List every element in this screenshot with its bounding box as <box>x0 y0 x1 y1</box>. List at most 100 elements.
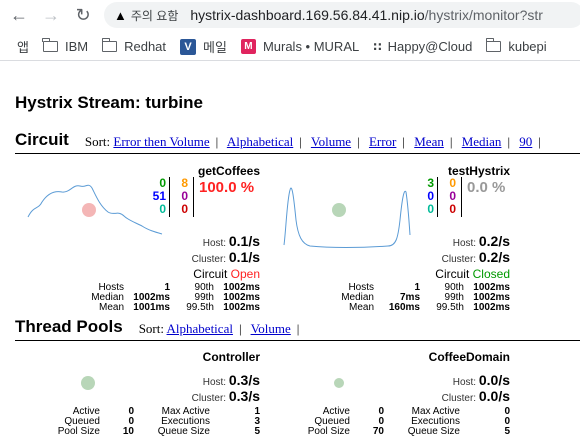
sort-mean[interactable]: Mean <box>414 134 444 149</box>
circuit-label: Circuit <box>193 267 228 281</box>
page-title: Hystrix Stream: turbine <box>15 93 203 112</box>
sort-alphabetical[interactable]: Alphabetical <box>227 134 293 149</box>
circuit-name: testHystrix <box>447 164 510 178</box>
sort-bar: Sort: Error then Volume | Alphabetical | V… <box>84 134 541 149</box>
cluster-label: Cluster: <box>441 254 477 265</box>
stat-label: Mean <box>98 302 124 313</box>
stat-label: Queue Size <box>407 426 460 437</box>
stat-label: 99.5th <box>186 302 214 313</box>
bookmark-redhat[interactable]: Redhat <box>101 38 167 54</box>
error-percentage: 0.0 % <box>467 179 506 196</box>
stat-value: 0 <box>504 416 510 427</box>
host-label: Host: <box>452 238 477 249</box>
bookmark-ibm[interactable]: IBM <box>42 38 89 54</box>
circuit-label: Circuit <box>435 267 470 281</box>
stat-label: Pool Size <box>57 426 100 437</box>
bookmark-label: 메일 <box>203 40 227 55</box>
sort-label: Sort: <box>138 321 164 336</box>
stat-value: 1001ms <box>133 302 170 313</box>
stats-left: Hosts 1 Median 7ms Mean 160ms <box>324 283 420 313</box>
cluster-label: Cluster: <box>191 393 227 404</box>
bookmark-mail[interactable]: V 메일 <box>180 37 227 56</box>
stat-value: 1002ms <box>473 302 510 313</box>
cluster-label: Cluster: <box>441 393 477 404</box>
sparkline <box>283 187 411 248</box>
address-bar[interactable]: ▲ 주의 요함 hystrix-dashboard.169.56.84.41.n… <box>104 2 580 28</box>
circuit-state: Closed <box>472 267 510 281</box>
stats-left: Active 0 Queued 0 Pool Size 10 <box>50 407 134 437</box>
bookmarks-bar: 앱 IBM Redhat V 메일 M Murals • MURAL ∷ Hap… <box>0 33 580 61</box>
sort-bar: Sort: Alphabetical | Volume | <box>138 321 300 336</box>
forward-arrow-icon[interactable]: → <box>40 4 62 26</box>
cluster-value: 0.0/s <box>478 388 510 404</box>
folder-icon <box>42 38 58 52</box>
pool-name: CoffeeDomain <box>428 350 510 364</box>
stats-right: Max Active 1 Executions 3 Queue Size 5 <box>152 407 260 437</box>
host-value: 0.2/s <box>478 233 510 249</box>
section-title: Circuit <box>15 132 69 149</box>
stat-value: 70 <box>372 426 384 437</box>
folder-icon <box>485 38 502 52</box>
stat-label: Queue Size <box>157 426 210 437</box>
stats-left: Hosts 1 Median 1002ms Mean 1001ms <box>74 283 170 313</box>
stats-left: Active 0 Queued 0 Pool Size 70 <box>300 407 384 437</box>
reload-icon[interactable]: ↻ <box>72 4 94 26</box>
circuit-section-header: Circuit Sort: Error then Volume | Alphabe… <box>15 132 580 154</box>
bookmark-label: Murals • MURAL <box>262 39 360 54</box>
cluster-rate: Cluster: 0.0/s <box>442 388 510 404</box>
sort-90[interactable]: 90 <box>519 134 532 149</box>
count-bad-request: 0 <box>159 202 166 216</box>
sort-alphabetical[interactable]: Alphabetical <box>167 321 233 336</box>
stat-value: 0 <box>504 406 510 417</box>
sort-error[interactable]: Error <box>369 134 396 149</box>
count-failure: 0 <box>449 202 456 216</box>
v-logo-icon: V <box>180 38 197 55</box>
bookmark-label: IBM <box>64 39 89 54</box>
host-value: 0.0/s <box>478 372 510 388</box>
bookmark-kubepi[interactable]: kubepi <box>485 38 547 54</box>
stat-label: Mean <box>348 302 374 313</box>
host-label: Host: <box>202 238 227 249</box>
url-path: /hystrix/monitor?str <box>424 7 543 23</box>
host-rate: Host: 0.2/s <box>453 233 510 249</box>
count-column-success: 3 0 0 <box>418 177 434 216</box>
section-title: Thread Pools <box>15 319 123 336</box>
bookmark-happycloud[interactable]: ∷ Happy@Cloud <box>373 39 472 54</box>
folder-icon <box>101 38 118 52</box>
bookmark-label: kubepi <box>508 39 547 54</box>
threadpool-section-header: Thread Pools Sort: Alphabetical | Volume | <box>15 319 580 341</box>
sort-volume[interactable]: Volume <box>311 134 351 149</box>
host-label: Host: <box>452 377 477 388</box>
back-arrow-icon[interactable]: ← <box>8 4 30 26</box>
dots-icon: ∷ <box>373 39 381 54</box>
health-dot <box>334 378 344 388</box>
stat-label: Pool Size <box>307 426 350 437</box>
stat-value: 10 <box>122 426 134 437</box>
mural-icon: M <box>240 39 256 54</box>
bookmark-label: Happy@Cloud <box>387 39 473 54</box>
sort-median[interactable]: Median <box>462 134 502 149</box>
stats-right: 90th 1002ms 99th 1002ms 99.5th 1002ms <box>420 283 510 313</box>
divider <box>169 177 170 217</box>
url-host: hystrix-dashboard.169.56.84.41.nip.io <box>190 7 425 23</box>
stats-right: Max Active 0 Executions 0 Queue Size 5 <box>402 407 510 437</box>
count-bad-request: 0 <box>427 202 434 216</box>
security-label: 주의 요함 <box>130 8 179 23</box>
health-dot <box>81 376 95 390</box>
sort-error-volume[interactable]: Error then Volume <box>113 134 209 149</box>
sort-volume[interactable]: Volume <box>251 321 291 336</box>
bookmark-label: Redhat <box>124 39 167 54</box>
bookmark-mural[interactable]: M Murals • MURAL <box>240 39 360 54</box>
circuit-status: Circuit Closed <box>435 267 510 281</box>
circuit-card: getCoffees 0 51 0 8 0 0 100.0 % Host: 0.… <box>0 160 260 320</box>
host-label: Host: <box>202 377 227 388</box>
divider <box>461 177 462 217</box>
bookmark-apps[interactable]: 앱 <box>10 37 29 56</box>
count-column-failures: 0 0 0 <box>442 177 456 216</box>
threadpool-card: CoffeeDomain Host: 0.0/s Cluster: 0.0/s … <box>250 346 510 441</box>
circuit-card: testHystrix 3 0 0 0 0 0 0.0 % Host: 0.2/… <box>250 160 510 320</box>
cluster-rate: Cluster: 0.2/s <box>442 249 510 265</box>
cluster-value: 0.2/s <box>478 249 510 265</box>
warning-icon: ▲ <box>114 7 127 23</box>
divider <box>193 177 194 217</box>
